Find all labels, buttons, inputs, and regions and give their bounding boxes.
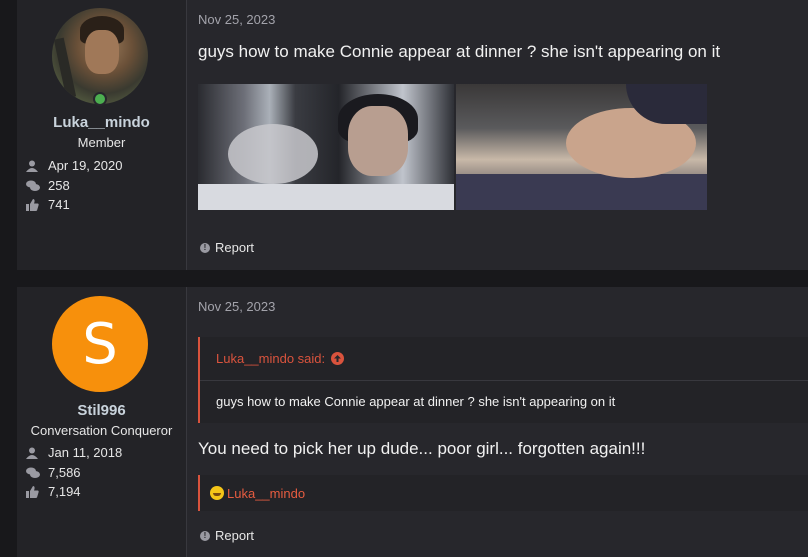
user-panel: Luka__mindo Member Apr 19, 2020 258 741 xyxy=(17,0,187,270)
user-title: Member xyxy=(77,135,126,150)
joined-date: Jan 11, 2018 xyxy=(48,445,123,460)
user-panel: S Stil996 Conversation Conqueror Jan 11,… xyxy=(17,287,187,557)
messages-count: 7,586 xyxy=(48,465,81,480)
post: S Stil996 Conversation Conqueror Jan 11,… xyxy=(17,287,808,557)
username[interactable]: Luka__mindo xyxy=(17,114,186,131)
report-label: Report xyxy=(215,240,255,255)
report-icon: ! xyxy=(200,242,210,253)
post-body: Nov 25, 2023 guys how to make Connie app… xyxy=(187,0,808,270)
attachment-thumbnail[interactable] xyxy=(456,84,707,210)
reactions-count: 741 xyxy=(48,197,70,212)
online-status-icon xyxy=(93,92,107,106)
post-body: Nov 25, 2023 Luka__mindo said: guys how … xyxy=(187,287,808,557)
avatar[interactable]: S xyxy=(52,296,148,392)
report-link[interactable]: ! Report xyxy=(200,240,254,255)
reaction-user[interactable]: Luka__mindo xyxy=(227,486,305,501)
joined-date: Apr 19, 2020 xyxy=(48,158,123,173)
username[interactable]: Stil996 xyxy=(17,402,186,419)
post-message: You need to pick her up dude... poor gir… xyxy=(198,439,646,458)
thumbs-up-icon xyxy=(26,485,40,498)
quote-text: guys how to make Connie appear at dinner… xyxy=(216,394,616,409)
user-title: Conversation Conqueror xyxy=(30,423,173,438)
joined-stat: Apr 19, 2020 xyxy=(26,158,122,173)
reactions-count: 7,194 xyxy=(48,484,81,499)
messages-count: 258 xyxy=(48,178,70,193)
comments-icon xyxy=(26,467,40,479)
laugh-emoji-icon xyxy=(210,486,224,500)
reactions-bar[interactable]: Luka__mindo xyxy=(198,475,808,511)
comments-icon xyxy=(26,180,40,192)
quote-header[interactable]: Luka__mindo said: xyxy=(200,337,808,381)
messages-stat: 7,586 xyxy=(26,465,81,480)
report-link[interactable]: ! Report xyxy=(200,528,254,543)
quote-block: Luka__mindo said: guys how to make Conni… xyxy=(198,337,808,423)
avatar-letter: S xyxy=(82,311,118,377)
arrow-up-icon[interactable] xyxy=(331,352,345,365)
messages-stat: 258 xyxy=(26,178,70,193)
post: Luka__mindo Member Apr 19, 2020 258 741 … xyxy=(17,0,808,270)
reactions-stat: 741 xyxy=(26,197,70,212)
report-icon: ! xyxy=(200,530,210,541)
report-label: Report xyxy=(215,528,255,543)
user-icon xyxy=(26,447,40,459)
post-date[interactable]: Nov 25, 2023 xyxy=(198,299,275,314)
avatar[interactable] xyxy=(52,8,148,104)
joined-stat: Jan 11, 2018 xyxy=(26,445,122,460)
quote-author[interactable]: Luka__mindo said: xyxy=(216,351,325,366)
user-icon xyxy=(26,160,40,172)
post-date[interactable]: Nov 25, 2023 xyxy=(198,12,275,27)
thumbs-up-icon xyxy=(26,198,40,211)
attachment-thumbnail[interactable] xyxy=(198,84,454,210)
reactions-stat: 7,194 xyxy=(26,484,81,499)
post-message: guys how to make Connie appear at dinner… xyxy=(198,42,721,61)
